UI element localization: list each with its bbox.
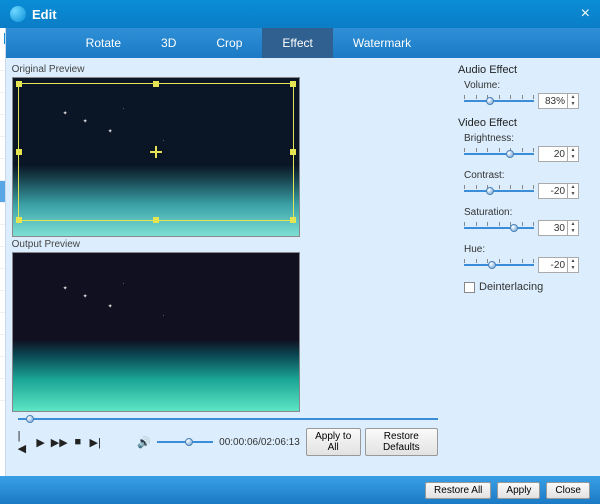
restore-defaults-button[interactable]: Restore Defaults xyxy=(365,428,438,456)
spinner-down-icon[interactable]: ▼ xyxy=(568,191,578,198)
tab-effect[interactable]: Effect xyxy=(262,28,332,58)
footer: Restore All Apply Close xyxy=(0,476,600,504)
hue-label: Hue: xyxy=(464,244,592,255)
crop-center-icon xyxy=(150,146,162,158)
edit-tabs: Rotate3DCropEffectWatermark xyxy=(6,28,600,58)
window-title: Edit xyxy=(32,7,57,22)
volume-icon[interactable]: 🔊 xyxy=(137,435,151,449)
app-logo-icon xyxy=(10,6,26,22)
contrast-slider[interactable] xyxy=(464,185,534,197)
volume-effect-slider[interactable] xyxy=(464,95,534,107)
original-preview[interactable]: ✦ ✦ · ✦ · xyxy=(12,77,300,237)
deinterlacing-checkbox[interactable]: Deinterlacing xyxy=(464,281,592,293)
video-effect-section: Video Effect xyxy=(458,117,592,129)
playback-time: 00:00:06/02:06:13 xyxy=(219,437,300,448)
apply-to-all-button[interactable]: Apply to All xyxy=(306,428,361,456)
volume-spinner[interactable]: 83% ▲▼ xyxy=(538,93,579,109)
saturation-spinner[interactable]: 30 ▲▼ xyxy=(538,220,579,236)
original-preview-label: Original Preview xyxy=(12,62,444,77)
saturation-slider[interactable] xyxy=(464,222,534,234)
hue-slider[interactable] xyxy=(464,259,534,271)
volume-label: Volume: xyxy=(464,80,592,91)
titlebar: Edit × xyxy=(0,0,600,28)
output-preview: ✦ ✦ · ✦ · xyxy=(12,252,300,412)
play-button[interactable]: ▶ xyxy=(35,435,46,449)
hue-spinner[interactable]: -20 ▲▼ xyxy=(538,257,579,273)
restore-all-button[interactable]: Restore All xyxy=(425,482,491,499)
fast-forward-button[interactable]: ▶▶ xyxy=(52,435,66,449)
crop-frame[interactable] xyxy=(18,83,294,221)
effect-properties: Audio Effect Volume: 83% ▲▼ Vid xyxy=(450,58,600,476)
prev-button[interactable]: |◀ xyxy=(18,435,29,449)
seek-slider[interactable] xyxy=(18,414,438,424)
tab-3d[interactable]: 3D xyxy=(141,28,196,58)
close-button[interactable]: Close xyxy=(546,482,590,499)
spinner-up-icon[interactable]: ▲ xyxy=(568,221,578,228)
spinner-down-icon[interactable]: ▼ xyxy=(568,228,578,235)
contrast-spinner[interactable]: -20 ▲▼ xyxy=(538,183,579,199)
close-icon[interactable]: × xyxy=(581,5,590,23)
spinner-down-icon[interactable]: ▼ xyxy=(568,265,578,272)
checkbox-icon xyxy=(464,282,475,293)
spinner-down-icon[interactable]: ▼ xyxy=(568,101,578,108)
next-button[interactable]: ▶| xyxy=(90,435,101,449)
audio-effect-section: Audio Effect xyxy=(458,64,592,76)
contrast-label: Contrast: xyxy=(464,170,592,181)
stop-button[interactable]: ■ xyxy=(72,435,83,449)
spinner-up-icon[interactable]: ▲ xyxy=(568,147,578,154)
deinterlacing-label: Deinterlacing xyxy=(479,281,543,293)
tab-rotate[interactable]: Rotate xyxy=(66,28,141,58)
spinner-down-icon[interactable]: ▼ xyxy=(568,154,578,161)
brightness-label: Brightness: xyxy=(464,133,592,144)
brightness-slider[interactable] xyxy=(464,148,534,160)
apply-button[interactable]: Apply xyxy=(497,482,540,499)
tab-crop[interactable]: Crop xyxy=(196,28,262,58)
spinner-up-icon[interactable]: ▲ xyxy=(568,258,578,265)
brightness-spinner[interactable]: 20 ▲▼ xyxy=(538,146,579,162)
saturation-label: Saturation: xyxy=(464,207,592,218)
output-preview-label: Output Preview xyxy=(12,237,444,252)
spinner-up-icon[interactable]: ▲ xyxy=(568,94,578,101)
spinner-up-icon[interactable]: ▲ xyxy=(568,184,578,191)
tab-watermark[interactable]: Watermark xyxy=(333,28,431,58)
volume-slider[interactable] xyxy=(157,437,213,447)
